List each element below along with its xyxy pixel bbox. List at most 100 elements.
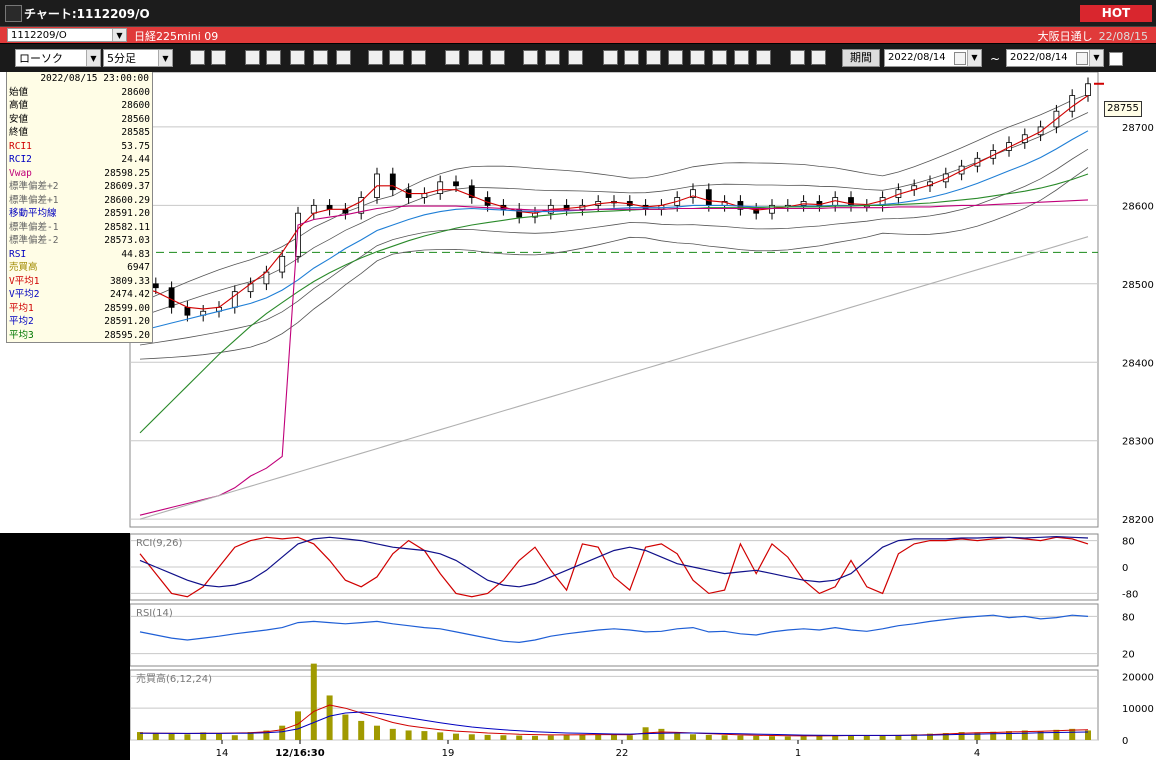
atr-icon[interactable]: [712, 50, 727, 65]
volume-bar: [516, 735, 523, 740]
panel-title: RCI(9,26): [136, 538, 183, 549]
candle: [453, 181, 459, 187]
chevron-down-icon[interactable]: ▼: [967, 50, 981, 66]
chevron-down-icon[interactable]: ▼: [112, 29, 126, 41]
pvt-icon[interactable]: [756, 50, 771, 65]
bar-icon[interactable]: [468, 50, 483, 65]
date-to-field[interactable]: 2022/08/14 ▼: [1006, 49, 1104, 67]
info-label: 安値: [9, 113, 29, 125]
current-price-tag: 28755: [1104, 101, 1142, 117]
y-tick-label: 0: [1122, 736, 1128, 747]
settings-icon[interactable]: [523, 50, 538, 65]
crosshair-icon[interactable]: [211, 50, 226, 65]
info-row: 売買高 6947: [7, 261, 152, 275]
volume-bar: [626, 735, 633, 740]
period-icon[interactable]: [290, 50, 305, 65]
chart-type-select[interactable]: ローソク ▼: [15, 49, 101, 67]
chart-area[interactable]: 282002830028400285002860028700足800-80RCI…: [0, 72, 1156, 760]
calendar-icon[interactable]: [1076, 52, 1088, 65]
chevron-down-icon[interactable]: ▼: [1089, 50, 1103, 66]
info-value: 28560: [121, 113, 150, 125]
date-from-value: 2022/08/14: [888, 52, 946, 63]
symbol-select[interactable]: 1112209/O ▼: [7, 28, 127, 42]
info-label: 標準偏差+1: [9, 194, 59, 206]
zoom-icon[interactable]: [190, 50, 205, 65]
color-icon[interactable]: [568, 50, 583, 65]
volume-bar: [342, 714, 349, 740]
pen-icon[interactable]: [368, 50, 383, 65]
info-panel: 2022/08/15 23:00:00 始値 28600 高値 28600 安値 2856…: [6, 72, 153, 343]
info-value: 28600: [121, 86, 150, 98]
candle-icon[interactable]: [445, 50, 460, 65]
sync-checkbox[interactable]: [1109, 52, 1123, 66]
info-label: RCI1: [9, 140, 32, 152]
hot-button[interactable]: HOT: [1080, 5, 1152, 22]
drawing-icon[interactable]: [245, 50, 260, 65]
all-icon[interactable]: [490, 50, 505, 65]
x-tick-label: 22: [616, 748, 629, 759]
y-tick-label: 80: [1122, 537, 1135, 548]
info-row: 平均3 28595.20: [7, 329, 152, 343]
tool-icon[interactable]: [545, 50, 560, 65]
info-row: RCI1 53.75: [7, 140, 152, 154]
info-icon[interactable]: [336, 50, 351, 65]
redo-icon[interactable]: [411, 50, 426, 65]
candle: [342, 208, 349, 214]
volume-bar: [974, 732, 981, 740]
bb-icon[interactable]: [646, 50, 661, 65]
session-date: 22/08/15: [1098, 30, 1148, 43]
volume-bar: [769, 736, 775, 740]
chevron-down-icon[interactable]: ▼: [158, 50, 172, 66]
volume-bar: [500, 735, 507, 740]
info-row: V平均2 2474.42: [7, 288, 152, 302]
info-value: 28582.11: [104, 221, 150, 233]
volume-bar: [863, 735, 870, 740]
info-row: Vwap 28598.25: [7, 167, 152, 181]
panel-frame: [129, 603, 1099, 667]
ma-icon[interactable]: [624, 50, 639, 65]
info-row: 標準偏差+1 28600.29: [7, 194, 152, 208]
volume-bar: [389, 728, 396, 740]
log-icon[interactable]: [790, 50, 805, 65]
period-button[interactable]: 期間: [842, 49, 880, 67]
info-value: 24.44: [121, 154, 150, 165]
info-label: RSI: [9, 248, 27, 260]
info-row: RSI 44.83: [7, 248, 152, 262]
vwma-icon[interactable]: [668, 50, 683, 65]
volume-bar: [484, 734, 491, 740]
volume-bar: [547, 735, 554, 740]
rci-icon[interactable]: [313, 50, 328, 65]
y-tick-label: 28500: [1122, 280, 1154, 291]
y-tick-label: 28400: [1122, 358, 1154, 369]
info-row: V平均1 3809.33: [7, 275, 152, 289]
candle: [168, 287, 175, 308]
y-tick-label: 28300: [1122, 437, 1154, 448]
chevron-down-icon[interactable]: ▼: [86, 50, 100, 66]
x-tick-label: 19: [442, 748, 455, 759]
chart-canvas[interactable]: 282002830028400285002860028700足800-80RCI…: [0, 72, 1156, 760]
export-icon[interactable]: [811, 50, 826, 65]
x-tick-label: 14: [216, 748, 229, 759]
volume-bar: [721, 735, 728, 740]
left-strip: [0, 533, 130, 760]
info-row: 高値 28600: [7, 99, 152, 113]
vwap-icon[interactable]: [603, 50, 618, 65]
select-icon[interactable]: [389, 50, 404, 65]
info-value: 28573.03: [104, 235, 150, 246]
interval-select[interactable]: 5分足 ▼: [103, 49, 173, 67]
info-label: 終値: [9, 127, 29, 138]
volume-bar: [152, 733, 159, 740]
pa-icon[interactable]: [734, 50, 749, 65]
info-label: 標準偏差-2: [9, 235, 59, 246]
info-label: 平均2: [9, 316, 34, 327]
candle: [326, 204, 333, 210]
y-tick-label: 80: [1122, 612, 1135, 623]
calendar-icon[interactable]: [954, 52, 966, 65]
info-row: 標準偏差-2 28573.03: [7, 234, 152, 248]
volume-bar: [816, 735, 823, 740]
hl-icon[interactable]: [690, 50, 705, 65]
date-from-field[interactable]: 2022/08/14 ▼: [884, 49, 982, 67]
search-icon[interactable]: [266, 50, 281, 65]
panel-frame: [129, 72, 1099, 528]
date-to-value: 2022/08/14: [1010, 52, 1068, 63]
